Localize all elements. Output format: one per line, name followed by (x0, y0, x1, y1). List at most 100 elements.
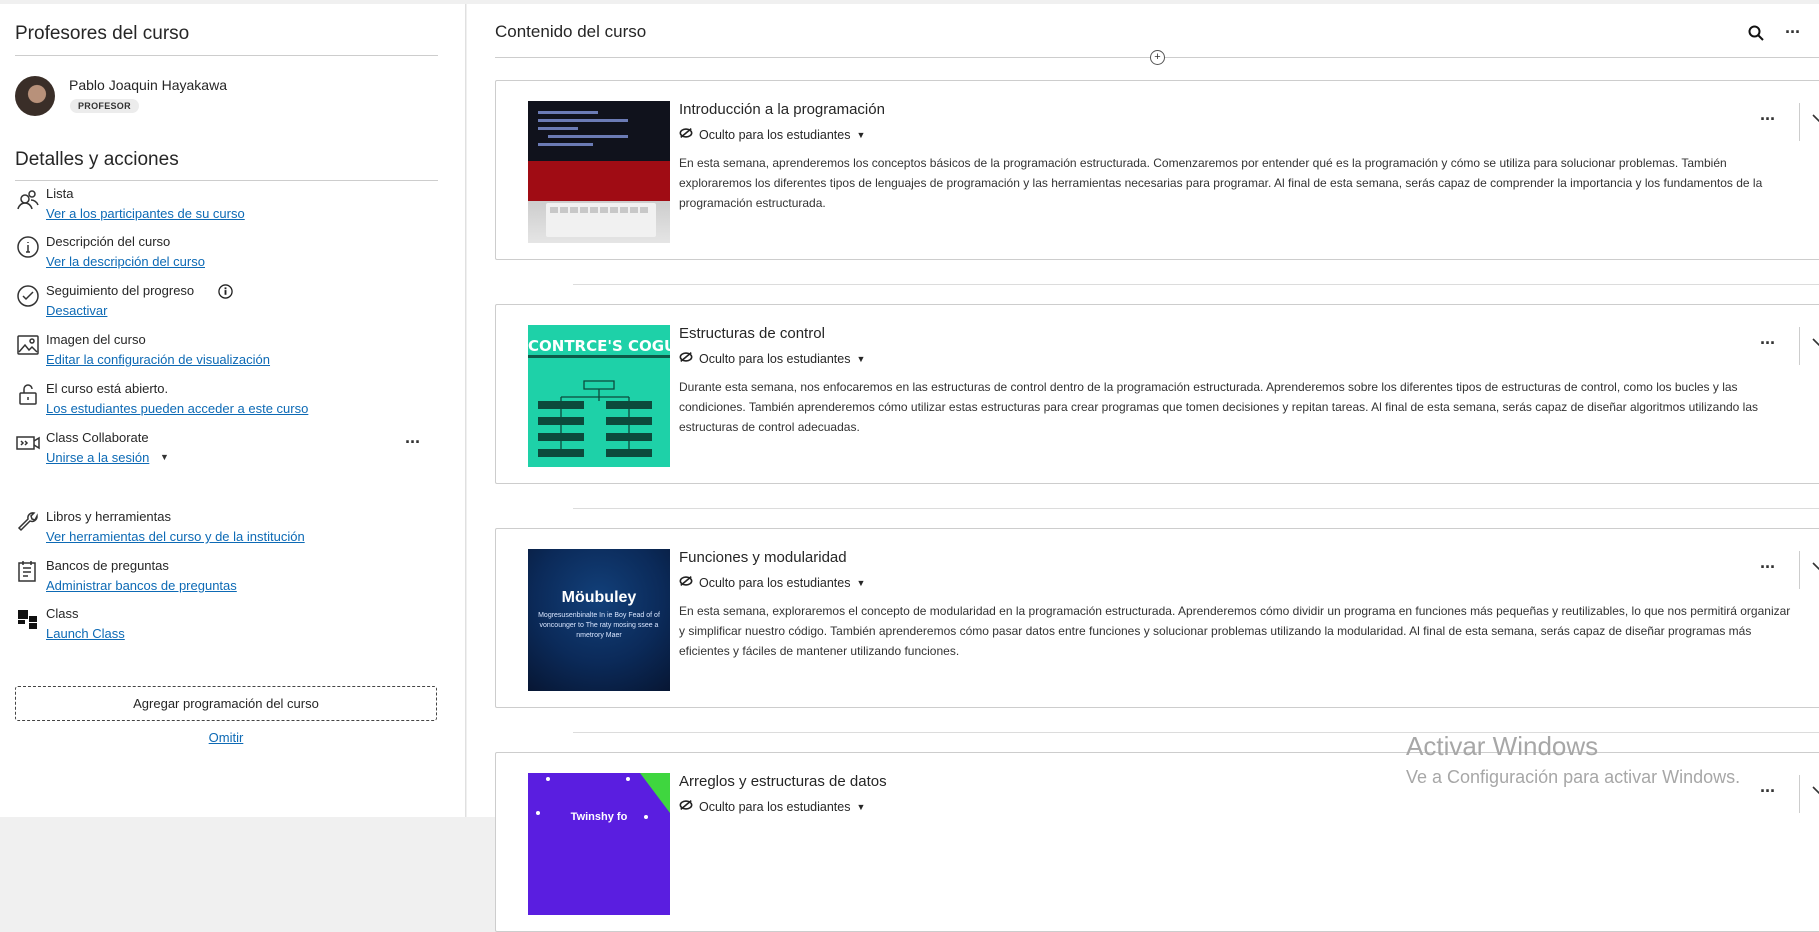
detail-label: El curso está abierto. (46, 381, 169, 396)
detail-roster: Lista Ver a los participantes de su curs… (15, 186, 445, 226)
roster-link[interactable]: Ver a los participantes de su curso (46, 206, 245, 221)
question-bank-icon (15, 558, 41, 584)
detail-progress: Seguimiento del progreso Desactivar (15, 283, 445, 323)
card-title[interactable]: Introducción a la programación (679, 101, 885, 118)
thumb-subtext: Mogresusenbinalte In ie Boy Fead of of v… (538, 612, 660, 639)
launch-class-link[interactable]: Launch Class (46, 626, 125, 641)
detail-image: Imagen del curso Editar la configuración… (15, 332, 445, 372)
detail-tools: Libros y herramientas Ver herramientas d… (15, 509, 445, 549)
detail-label: Imagen del curso (46, 332, 146, 347)
card-title[interactable]: Funciones y modularidad (679, 549, 847, 566)
activation-watermark-text: Ve a Configuración para activar Windows. (1406, 767, 1741, 787)
thumb-text: Twinshy fo (570, 811, 628, 823)
instructor-name[interactable]: Pablo Joaquin Hayakawa (69, 77, 227, 93)
content-card[interactable]: Introducción a la programación Oculto pa… (495, 80, 1819, 260)
caret-down-icon: ▼ (856, 577, 866, 588)
chevron-down-icon[interactable] (1812, 559, 1819, 579)
caret-down-icon: ▼ (856, 129, 866, 140)
divider (15, 55, 438, 56)
course-sidebar: Profesores del curso Pablo Joaquin Hayak… (0, 4, 466, 817)
card-thumbnail-keyboard (528, 101, 670, 243)
search-icon[interactable] (1744, 21, 1768, 45)
wrench-icon (15, 509, 41, 535)
detail-label: Lista (46, 186, 74, 201)
class-icon (15, 606, 41, 632)
description-link[interactable]: Ver la descripción del curso (46, 254, 205, 269)
chevron-down-icon[interactable] (1812, 783, 1819, 803)
add-content-icon[interactable]: + (1150, 50, 1165, 65)
visibility-dropdown[interactable]: Oculto para los estudiantes ▼ (679, 575, 865, 590)
question-banks-link[interactable]: Administrar bancos de preguntas (46, 578, 237, 593)
progress-toggle-link[interactable]: Desactivar (46, 303, 107, 318)
unlock-icon (15, 381, 41, 407)
card-more-button[interactable]: ··· (1760, 557, 1776, 578)
card-more-button[interactable]: ··· (1760, 333, 1776, 354)
avatar[interactable] (15, 76, 55, 116)
omit-link: Omitir (0, 730, 452, 745)
collaborate-more-button[interactable]: ··· (405, 432, 421, 453)
chevron-down-icon[interactable] (1812, 335, 1819, 355)
detail-question-banks: Bancos de preguntas Administrar bancos d… (15, 558, 445, 598)
chevron-down-icon[interactable] (1812, 111, 1819, 131)
roster-icon (15, 186, 41, 212)
card-title[interactable]: Arreglos y estructuras de datos (679, 773, 887, 790)
card-thumbnail-modularity: Möubuley Mogresusenbinalte In ie Boy Fea… (528, 549, 670, 691)
caret-down-icon: ▼ (856, 353, 866, 364)
divider (1799, 103, 1800, 141)
detail-label: Class Collaborate (46, 430, 149, 445)
detail-class: Class Launch Class (15, 606, 445, 646)
divider (15, 180, 438, 181)
divider (573, 732, 1819, 733)
visibility-dropdown[interactable]: Oculto para los estudiantes ▼ (679, 351, 865, 366)
eye-slash-icon (679, 351, 693, 366)
visibility-dropdown[interactable]: Oculto para los estudiantes ▼ (679, 127, 865, 142)
detail-label: Libros y herramientas (46, 509, 171, 524)
eye-slash-icon (679, 575, 693, 590)
join-session-link[interactable]: Unirse a la sesión (46, 450, 149, 465)
detail-open: El curso está abierto. Los estudiantes p… (15, 381, 445, 421)
detail-label: Bancos de preguntas (46, 558, 169, 573)
card-more-button[interactable]: ··· (1760, 781, 1776, 802)
instructors-title: Profesores del curso (15, 23, 190, 44)
info-icon (15, 234, 41, 260)
divider (573, 284, 1819, 285)
caret-down-icon: ▼ (856, 801, 866, 812)
content-card[interactable]: CONTRCE'S COGUTY Estructuras de control … (495, 304, 1819, 484)
card-thumbnail-control: CONTRCE'S COGUTY (528, 325, 670, 467)
course-access-link[interactable]: Los estudiantes pueden acceder a este cu… (46, 401, 308, 416)
image-icon (15, 332, 41, 358)
content-card[interactable]: Möubuley Mogresusenbinalte In ie Boy Fea… (495, 528, 1819, 708)
thumb-text: Möubuley (561, 589, 637, 606)
details-title: Detalles y acciones (15, 149, 179, 170)
card-description: En esta semana, aprenderemos los concept… (679, 156, 1763, 210)
info-tooltip-icon[interactable] (218, 284, 233, 304)
detail-description: Descripción del curso Ver la descripción… (15, 234, 445, 274)
progress-check-icon (15, 283, 41, 309)
visibility-label: Oculto para los estudiantes (699, 127, 851, 142)
tools-link[interactable]: Ver herramientas del curso y de la insti… (46, 529, 305, 544)
divider (1799, 551, 1800, 589)
eye-slash-icon (679, 799, 693, 814)
divider (1799, 327, 1800, 365)
visibility-label: Oculto para los estudiantes (699, 575, 851, 590)
card-title[interactable]: Estructuras de control (679, 325, 825, 342)
visibility-label: Oculto para los estudiantes (699, 799, 851, 814)
divider (1799, 775, 1800, 813)
visibility-dropdown[interactable]: Oculto para los estudiantes ▼ (679, 799, 865, 814)
add-schedule-button[interactable]: Agregar programación del curso (15, 686, 437, 721)
page-title: Contenido del curso (495, 22, 647, 41)
chevron-down-icon[interactable]: ▼ (160, 452, 169, 462)
divider (573, 508, 1819, 509)
card-more-button[interactable]: ··· (1760, 109, 1776, 130)
detail-collaborate: Class Collaborate Unirse a la sesión ▼ ·… (15, 430, 445, 470)
image-settings-link[interactable]: Editar la configuración de visualización (46, 352, 270, 367)
detail-label: Descripción del curso (46, 234, 171, 249)
omit-link-text[interactable]: Omitir (209, 730, 244, 745)
visibility-label: Oculto para los estudiantes (699, 351, 851, 366)
card-description: En esta semana, exploraremos el concepto… (679, 604, 1791, 658)
course-content: Contenido del curso ··· + Introducción a… (467, 4, 1819, 932)
detail-label: Class (46, 606, 79, 621)
more-options-button[interactable]: ··· (1785, 22, 1801, 43)
card-description: Durante esta semana, nos enfocaremos en … (679, 380, 1759, 434)
role-badge: PROFESOR (70, 99, 139, 113)
